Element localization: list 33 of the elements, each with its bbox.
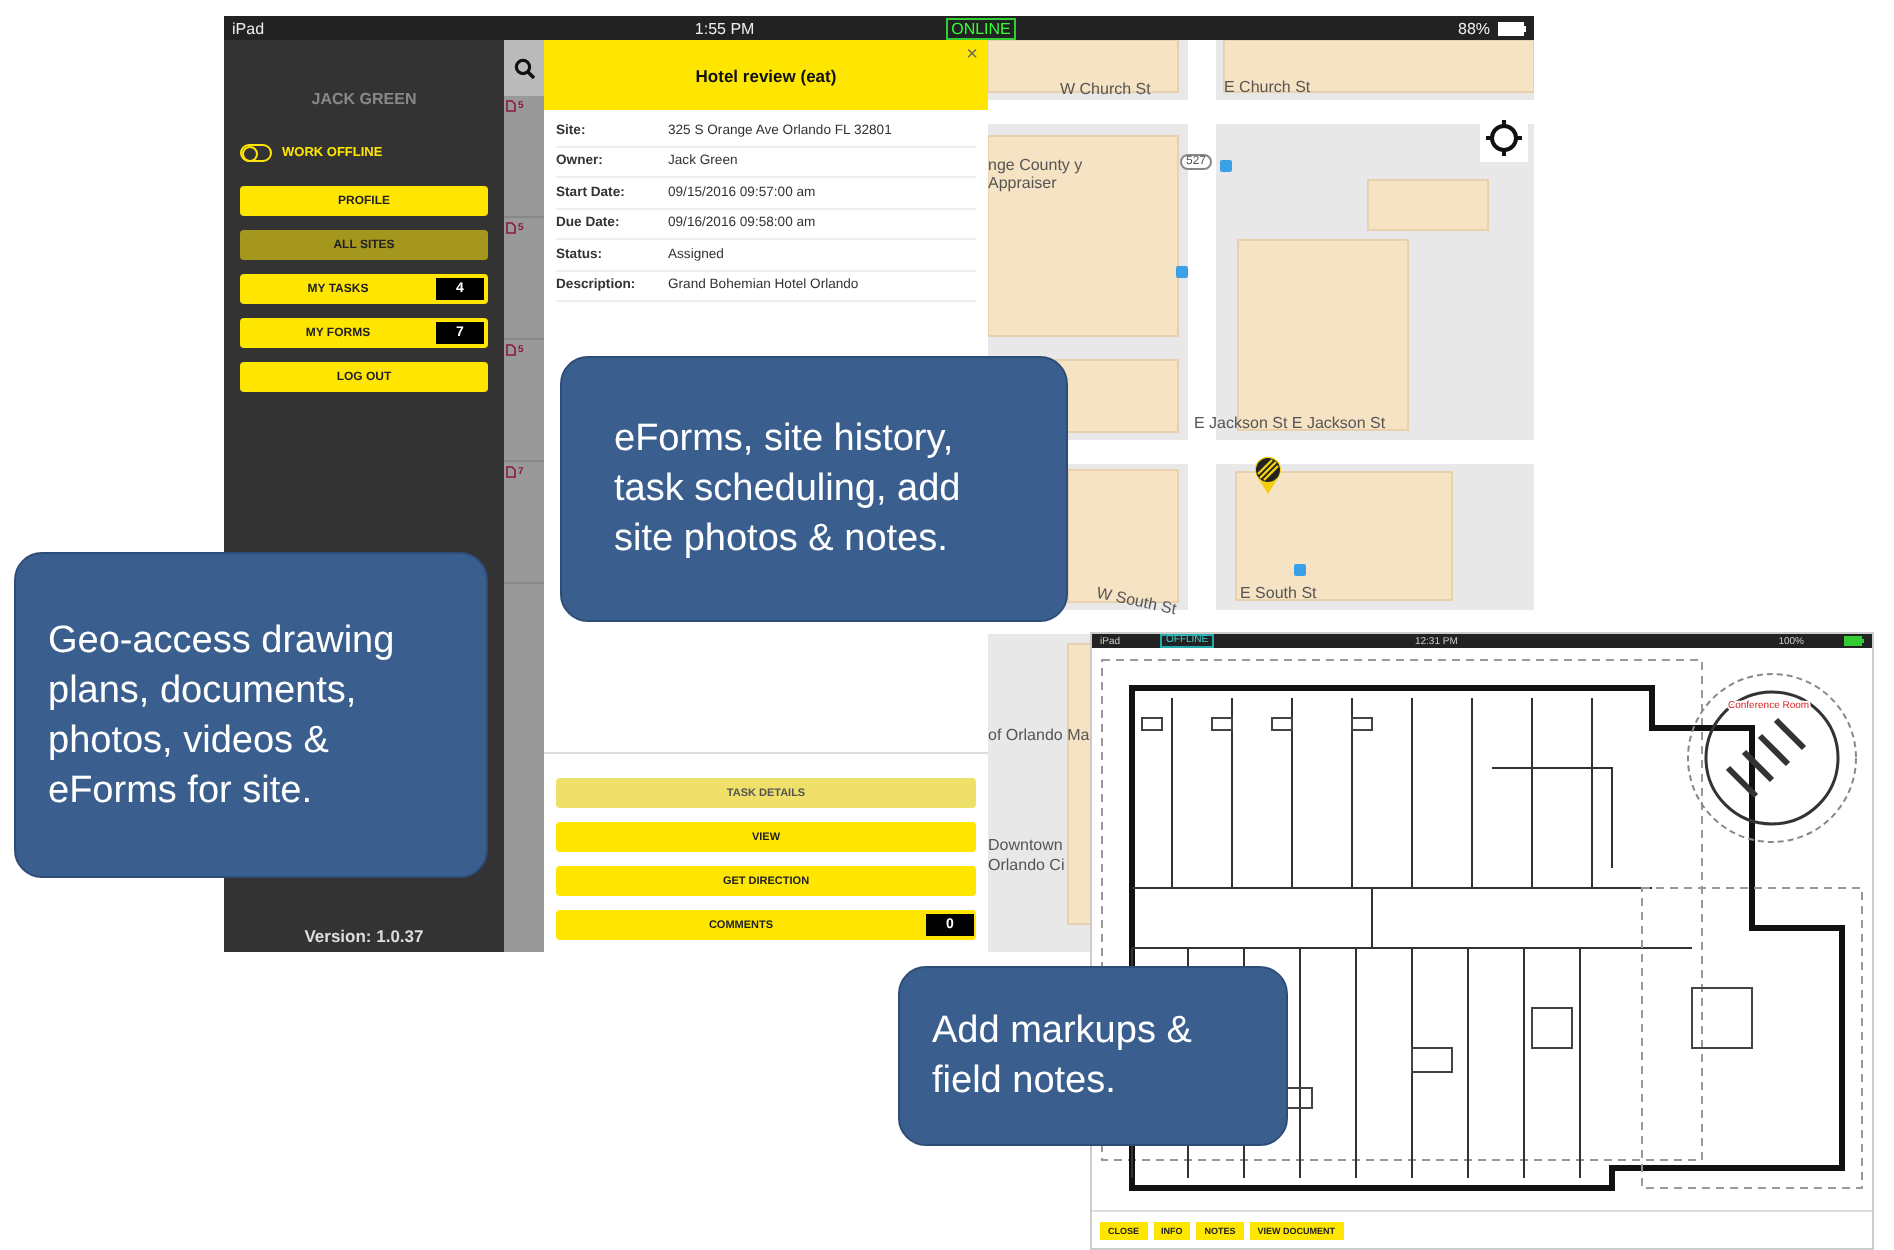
battery-level: 88% — [1458, 19, 1491, 37]
offline-toggle[interactable] — [240, 144, 272, 162]
device-label: iPad — [232, 19, 265, 37]
bus-stop-icon — [1294, 564, 1306, 576]
street-label: W Church St — [1060, 80, 1151, 98]
clock: 1:55 PM — [692, 19, 757, 37]
street-label: of Orlando Ma — [988, 726, 1090, 744]
bus-stop-icon — [1220, 160, 1232, 172]
version-label: Version: 1.0.37 — [304, 926, 424, 946]
locate-button[interactable] — [1480, 114, 1528, 162]
callout-tooltip: Add markups & field notes. — [898, 966, 1288, 1146]
battery-icon — [1844, 636, 1864, 646]
street-label: Orlando Ci — [988, 856, 1065, 874]
street-label: E Church St — [1224, 78, 1311, 96]
street-label: E Jackson St E Jackson St — [1194, 414, 1386, 432]
callout-tooltip: Geo-access drawing plans, documents, photos, videos & eForms for site. — [14, 552, 488, 878]
task-title: Hotel review (eat) — [695, 65, 837, 85]
connection-status: ONLINE — [945, 17, 1017, 39]
street-label: Downtown — [988, 836, 1063, 854]
battery-icon — [1498, 21, 1527, 35]
map-pin-icon[interactable] — [1254, 456, 1282, 496]
bus-stop-icon — [1176, 266, 1188, 278]
close-button[interactable]: × — [966, 44, 978, 66]
document-icon — [506, 344, 516, 356]
document-icon — [506, 222, 516, 234]
street-label: W South St — [1095, 583, 1178, 619]
user-name: JACK GREEN — [311, 90, 417, 108]
place-label: nge County y Appraiser — [988, 156, 1085, 192]
callout-tooltip: eForms, site history, task scheduling, add site photos & notes. — [560, 356, 1068, 622]
document-icon — [506, 466, 516, 478]
street-label: E South St — [1240, 584, 1317, 602]
document-icon — [506, 100, 516, 112]
search-icon[interactable] — [513, 57, 535, 79]
